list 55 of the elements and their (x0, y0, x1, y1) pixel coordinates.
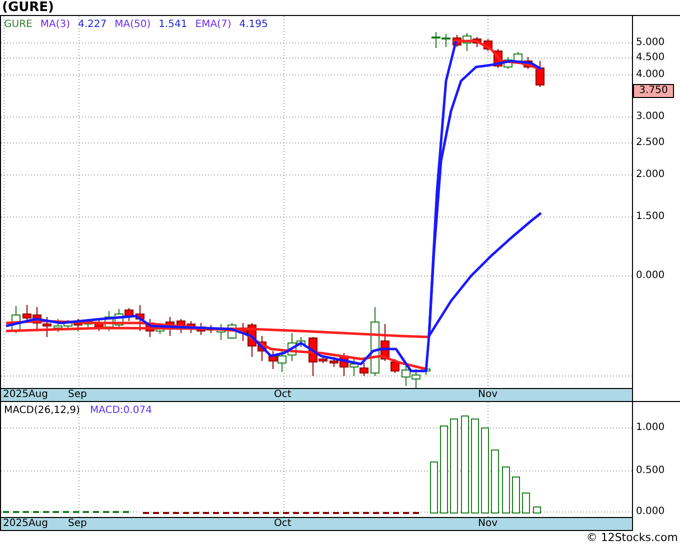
date-label: Sep (68, 389, 87, 401)
candlestick (402, 364, 410, 386)
candlestick (176, 318, 186, 334)
candlestick (524, 56, 532, 70)
candlestick (442, 34, 450, 48)
axis-tick-label: 4.500 (636, 52, 665, 64)
indicator-value: 4.227 (78, 19, 107, 31)
indicator-value: 4.195 (239, 19, 268, 31)
axis-tick-label: 2.000 (636, 169, 665, 181)
histogram-bar (491, 450, 499, 514)
histogram-bar (502, 466, 510, 514)
date-label: Oct (274, 389, 292, 401)
axis-tick-label: 1.000 (636, 422, 665, 434)
indicator-label: MA(3) (40, 19, 70, 31)
candlestick (186, 320, 196, 334)
axis-tick-label: 4.000 (636, 69, 665, 81)
copyright-text: © 12Stocks.com (586, 531, 678, 545)
date-label: 2025Aug (3, 518, 48, 530)
histogram-bar (522, 492, 530, 514)
candlestick (32, 306, 42, 332)
candlestick (350, 358, 358, 376)
candlestick (536, 60, 544, 88)
candlestick (432, 32, 440, 48)
date-label: Nov (478, 389, 498, 401)
histogram-bar (430, 462, 438, 514)
axis-tick-label: 0.000 (636, 270, 665, 282)
axis-tick-label: 0.000 (636, 506, 665, 518)
indicator-value: 1.541 (158, 19, 188, 31)
histogram-bar (533, 506, 541, 514)
candlestick (268, 350, 278, 370)
histogram-bar (512, 476, 520, 514)
indicator-label: EMA(7) (195, 19, 232, 31)
candlestick (278, 350, 286, 372)
date-label: Nov (478, 518, 498, 530)
axis-tick-label: 0.500 (636, 465, 665, 477)
candlestick (136, 304, 144, 332)
date-label: Sep (68, 518, 87, 530)
candlestick (64, 320, 72, 330)
date-label: 2025Aug (3, 389, 48, 401)
date-label: Oct (274, 518, 292, 530)
candlestick (12, 306, 20, 334)
indicator-label: MA(50) (114, 19, 151, 31)
axis-tick-label: 5.000 (636, 37, 665, 49)
last-price-label: 3.750 (633, 84, 674, 98)
candlestick (54, 318, 62, 332)
candlestick (258, 336, 266, 362)
macd-label: MACD(26,12,9) (4, 405, 80, 417)
macd-value: MACD:0.074 (90, 405, 152, 417)
candlestick (360, 362, 368, 376)
chart-title: (GURE) (2, 0, 54, 15)
candlestick (42, 316, 52, 338)
ticker-symbol: GURE (4, 19, 32, 31)
axis-tick-label: 3.000 (636, 111, 665, 123)
axis-tick-label: 1.500 (636, 211, 665, 223)
axis-tick-label: 2.500 (636, 137, 665, 149)
